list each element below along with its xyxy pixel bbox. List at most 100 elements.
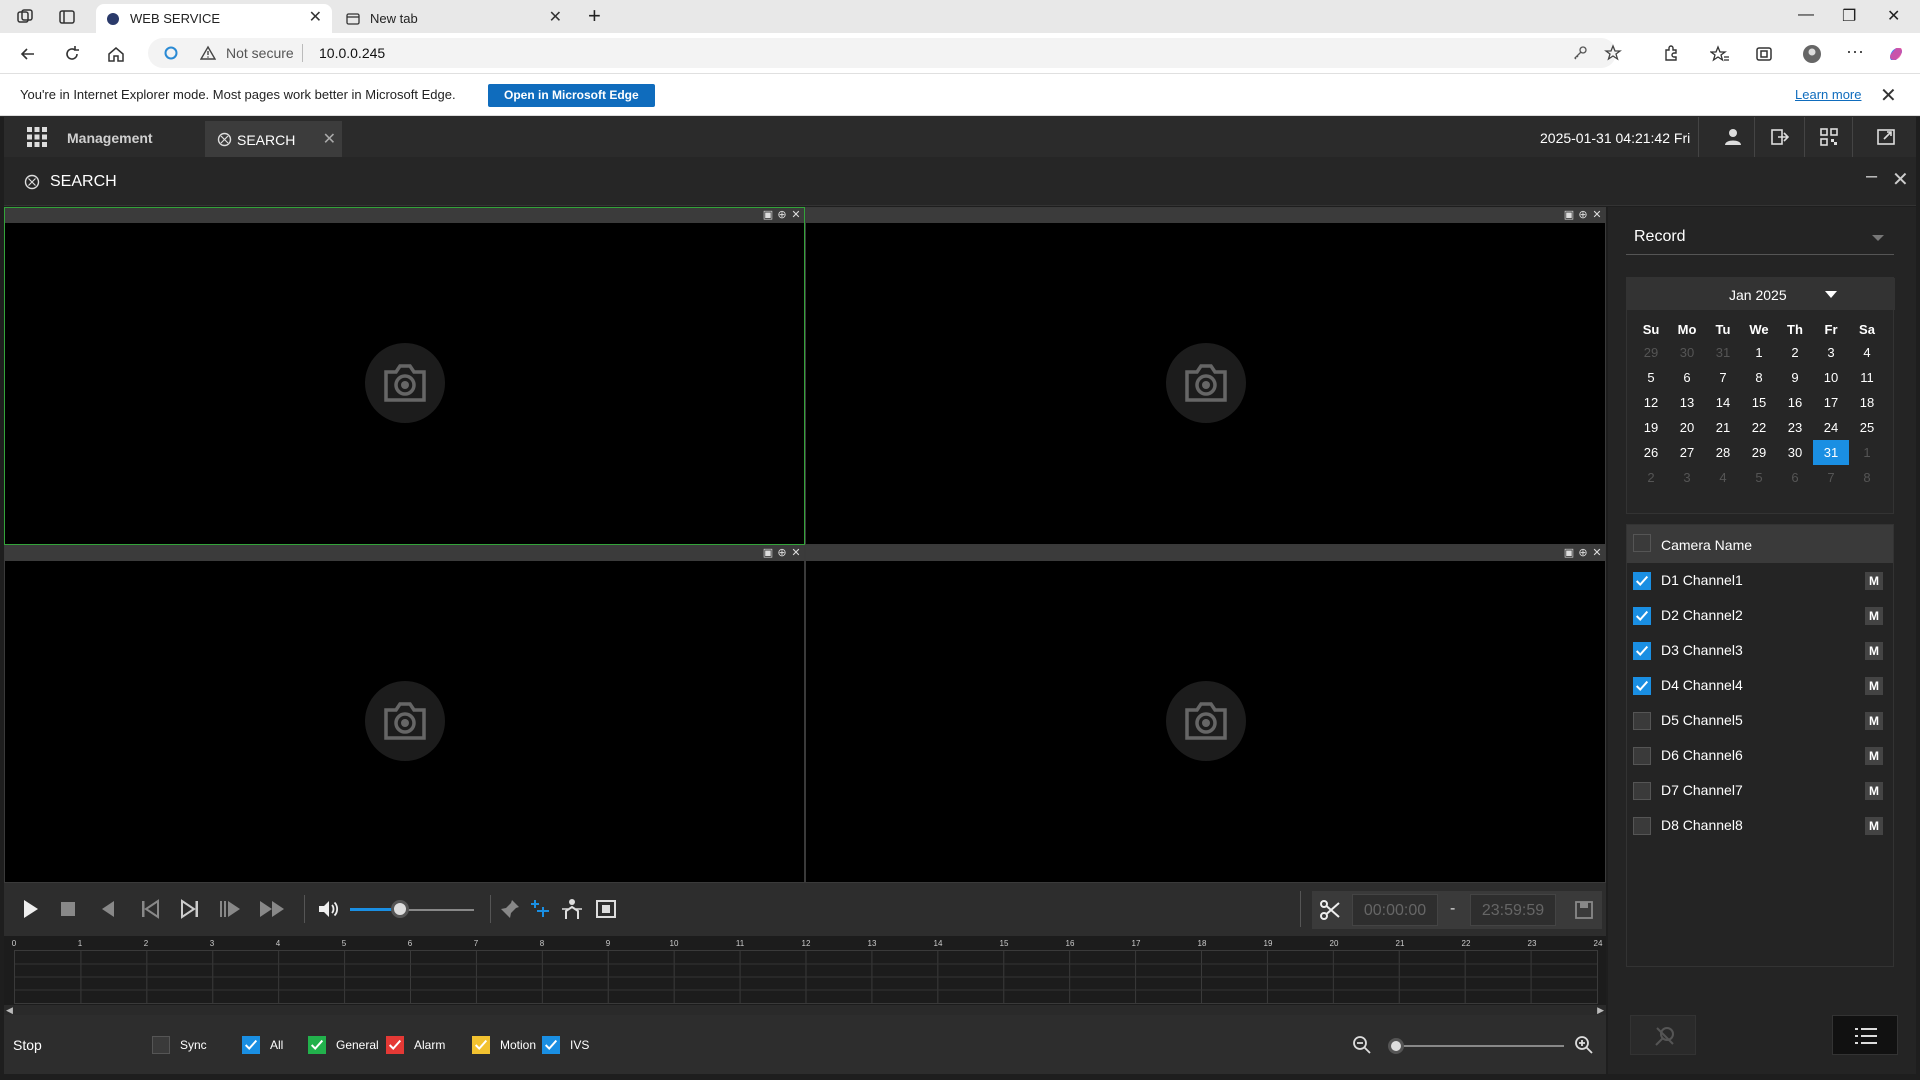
camera-row[interactable]: D7 Channel7 M — [1627, 773, 1893, 808]
profile-avatar-icon[interactable] — [1799, 44, 1825, 64]
url-text[interactable]: 10.0.0.245 — [319, 45, 385, 61]
close-window-icon[interactable]: ✕ — [790, 209, 802, 221]
filter-checkbox-ivs[interactable] — [542, 1036, 560, 1054]
calendar-day[interactable]: 2 — [1777, 340, 1813, 365]
main-stream-button[interactable]: M — [1865, 572, 1883, 590]
calendar-day[interactable]: 13 — [1669, 390, 1705, 415]
main-stream-button[interactable]: M — [1865, 607, 1883, 625]
camera-row[interactable]: D6 Channel6 M — [1627, 738, 1893, 773]
calendar-day[interactable]: 19 — [1633, 415, 1669, 440]
camera-checkbox[interactable] — [1633, 642, 1651, 660]
restore-icon[interactable]: ❐ — [1842, 6, 1856, 26]
camera-checkbox[interactable] — [1633, 677, 1651, 695]
back-arrow-icon[interactable] — [18, 44, 38, 64]
calendar-day[interactable]: 11 — [1849, 365, 1885, 390]
main-stream-button[interactable]: M — [1865, 817, 1883, 835]
zoom-icon[interactable]: ⊕ — [1577, 209, 1589, 221]
record-type-select[interactable]: Record — [1626, 219, 1894, 255]
calendar-day[interactable]: 1 — [1741, 340, 1777, 365]
calendar-day[interactable]: 5 — [1633, 365, 1669, 390]
collections-icon[interactable] — [1754, 44, 1774, 64]
snapshot-window-icon[interactable]: ▣ — [1563, 209, 1575, 221]
calendar-day[interactable]: 30 — [1669, 340, 1705, 365]
filter-checkbox-all[interactable] — [242, 1036, 260, 1054]
calendar-day[interactable]: 8 — [1849, 465, 1885, 490]
logout-icon[interactable] — [1770, 127, 1790, 147]
calendar-day[interactable]: 4 — [1849, 340, 1885, 365]
volume-icon[interactable] — [316, 897, 340, 921]
user-icon[interactable] — [1723, 127, 1743, 147]
filter-checkbox-sync[interactable] — [152, 1036, 170, 1054]
camera-checkbox[interactable] — [1633, 572, 1651, 590]
filter-checkbox-motion[interactable] — [472, 1036, 490, 1054]
zoom-icon[interactable]: ⊕ — [1577, 547, 1589, 559]
close-tab-icon[interactable]: ✕ — [549, 10, 562, 26]
camera-checkbox[interactable] — [1633, 817, 1651, 835]
key-icon[interactable] — [1572, 45, 1588, 61]
camera-checkbox[interactable] — [1633, 712, 1651, 730]
volume-slider-handle[interactable] — [390, 900, 409, 918]
home-icon[interactable] — [106, 44, 126, 64]
learn-more-link[interactable]: Learn more — [1795, 87, 1861, 102]
smart-search-icon[interactable] — [528, 897, 552, 921]
video-window-4[interactable]: ▣ ⊕ ✕ — [805, 545, 1606, 883]
calendar-day[interactable]: 7 — [1705, 365, 1741, 390]
calendar-day[interactable]: 4 — [1705, 465, 1741, 490]
qr-code-icon[interactable] — [1819, 127, 1839, 147]
video-window-3[interactable]: ▣ ⊕ ✕ — [4, 545, 805, 883]
window-close-icon[interactable]: ✕ — [1887, 6, 1900, 26]
reverse-play-icon[interactable] — [96, 897, 120, 921]
main-stream-button[interactable]: M — [1865, 712, 1883, 730]
calendar-day[interactable]: 1 — [1849, 440, 1885, 465]
new-tab-plus-icon[interactable]: + — [588, 3, 601, 29]
clip-end-time[interactable]: 23:59:59 — [1470, 894, 1556, 926]
calendar-day[interactable]: 10 — [1813, 365, 1849, 390]
tab-web-service[interactable]: WEB SERVICE ✕ — [96, 4, 332, 33]
select-all-checkbox[interactable] — [1633, 534, 1651, 552]
filter-checkbox-general[interactable] — [308, 1036, 326, 1054]
camera-row[interactable]: D4 Channel4 M — [1627, 668, 1893, 703]
management-nav[interactable]: Management — [67, 130, 153, 146]
ie-mode-icon[interactable] — [164, 46, 178, 60]
app-grid-icon[interactable] — [26, 126, 48, 148]
search-module-tab[interactable]: SEARCH ✕ — [205, 121, 342, 157]
calendar-day[interactable]: 3 — [1813, 340, 1849, 365]
close-search-tab-icon[interactable]: ✕ — [323, 129, 336, 149]
video-window-1[interactable]: ▣ ⊕ ✕ — [4, 207, 805, 545]
tab-new-tab[interactable]: New tab ✕ — [336, 4, 572, 33]
copilot-icon[interactable] — [1886, 44, 1906, 64]
timeline[interactable]: 0 1 2 3 4 5 6 7 8 9 10 11 12 13 14 15 16 17 18 19 20 21 22 23 24… — [4, 936, 1606, 1015]
calendar-day[interactable]: 8 — [1741, 365, 1777, 390]
timeline-zoom-slider[interactable] — [1392, 1045, 1564, 1047]
extensions-icon[interactable] — [1661, 44, 1681, 64]
favorite-star-icon[interactable] — [1604, 44, 1622, 62]
address-box[interactable]: Not secure 10.0.0.245 — [148, 38, 1622, 68]
calendar-day[interactable]: 22 — [1741, 415, 1777, 440]
calendar-day[interactable]: 23 — [1777, 415, 1813, 440]
fisheye-icon[interactable] — [594, 897, 618, 921]
timeline-scrollbar[interactable]: ◀ ▶ — [4, 1005, 1606, 1015]
refresh-icon[interactable] — [62, 44, 82, 64]
calendar-day[interactable]: 6 — [1669, 365, 1705, 390]
calendar-day[interactable]: 14 — [1705, 390, 1741, 415]
calendar-day[interactable]: 27 — [1669, 440, 1705, 465]
scissors-icon[interactable] — [1318, 898, 1342, 922]
close-window-icon[interactable]: ✕ — [790, 547, 802, 559]
pin-icon[interactable] — [498, 897, 522, 921]
fullscreen-icon[interactable] — [1876, 127, 1896, 147]
calendar-day[interactable]: 28 — [1705, 440, 1741, 465]
calendar-day[interactable]: 25 — [1849, 415, 1885, 440]
smart-search-button[interactable] — [1630, 1015, 1696, 1055]
camera-checkbox[interactable] — [1633, 782, 1651, 800]
calendar-day[interactable]: 18 — [1849, 390, 1885, 415]
camera-row[interactable]: D5 Channel5 M — [1627, 703, 1893, 738]
more-menu-icon[interactable]: ··· — [1846, 42, 1866, 64]
filter-checkbox-alarm[interactable] — [386, 1036, 404, 1054]
calendar-day[interactable]: 6 — [1777, 465, 1813, 490]
main-stream-button[interactable]: M — [1865, 747, 1883, 765]
main-stream-button[interactable]: M — [1865, 677, 1883, 695]
calendar-day[interactable]: 12 — [1633, 390, 1669, 415]
zoom-out-icon[interactable] — [1352, 1035, 1372, 1055]
camera-row[interactable]: D1 Channel1 M — [1627, 563, 1893, 598]
camera-checkbox[interactable] — [1633, 607, 1651, 625]
